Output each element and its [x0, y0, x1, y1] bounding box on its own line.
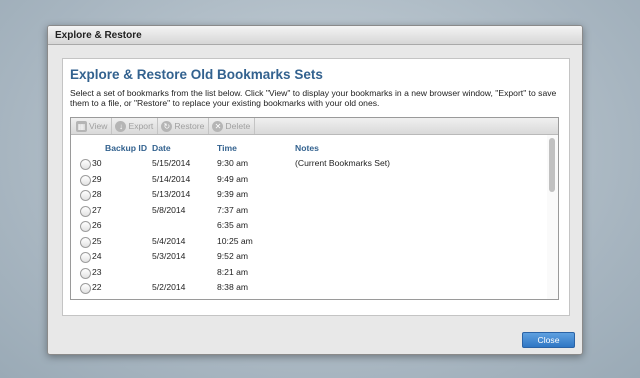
row-radio-button[interactable] [80, 174, 91, 186]
view-icon: ▦ [76, 120, 87, 132]
cell-time: 8:21 am [217, 266, 249, 277]
column-header-date[interactable]: Date [152, 143, 171, 153]
cell-backup-id: 23 [92, 266, 102, 277]
instructions-text: Select a set of bookmarks from the list … [70, 88, 557, 108]
delete-label: Delete [225, 121, 251, 131]
table-row[interactable]: 21 [71, 298, 545, 300]
table-row[interactable]: 25 5/4/2014 10:25 am [71, 236, 545, 251]
cell-time: 10:25 am [217, 235, 253, 246]
scrollbar-thumb[interactable] [549, 138, 555, 192]
restore-button[interactable]: ↻ Restore [158, 118, 210, 134]
row-radio-button[interactable] [80, 159, 91, 170]
table-row[interactable]: 29 5/14/2014 9:49 am [71, 174, 545, 189]
cell-backup-id: 30 [92, 158, 102, 168]
cell-date: 5/4/2014 [152, 235, 186, 246]
cell-date: 5/13/2014 [152, 189, 191, 199]
row-radio-button[interactable] [80, 298, 91, 299]
cell-date: 5/15/2014 [152, 158, 191, 168]
cell-backup-id: 24 [92, 251, 102, 261]
table-row[interactable]: 28 5/13/2014 9:39 am [71, 189, 545, 204]
row-radio-button[interactable] [80, 283, 91, 294]
cell-date: 5/2/2014 [152, 282, 186, 292]
content-panel: Explore & Restore Old Bookmarks Sets Sel… [62, 58, 570, 316]
row-radio-button[interactable] [80, 267, 91, 279]
cell-time: 6:35 am [217, 220, 249, 230]
cell-backup-id: 27 [92, 204, 102, 215]
row-radio-button[interactable] [80, 190, 91, 201]
cell-date: 5/8/2014 [152, 204, 186, 215]
delete-icon: ✕ [212, 120, 224, 132]
restore-icon: ↻ [161, 120, 173, 132]
backup-table: Backup ID Date Time Notes 30 5/15/2014 9:3… [71, 135, 545, 299]
cell-time: 9:39 am [217, 189, 249, 199]
view-button[interactable]: ▦ View [73, 118, 113, 134]
table-row[interactable]: 30 5/15/2014 9:30 am (Current Bookmarks Set… [71, 158, 545, 173]
cell-backup-id: 21 [92, 298, 102, 300]
page-title: Explore & Restore Old Bookmarks Sets [70, 67, 323, 82]
table-row[interactable]: 27 5/8/2014 7:37 am [71, 205, 545, 220]
table-row[interactable]: 24 5/3/2014 9:52 am [71, 251, 545, 266]
dialog-titlebar[interactable]: Explore & Restore [48, 26, 582, 45]
column-header-notes[interactable]: Notes [295, 143, 319, 153]
cell-backup-id: 22 [92, 282, 102, 292]
list-toolbar: ▦ View ↓ Export ↻ Restore ✕ Delete [71, 118, 558, 135]
cell-time: 9:52 am [217, 251, 249, 261]
cell-date: 5/3/2014 [152, 251, 186, 261]
cell-backup-id: 28 [92, 189, 102, 199]
cell-time: 9:30 am [217, 158, 249, 168]
cell-time: 7:37 am [217, 204, 249, 215]
export-icon: ↓ [115, 120, 127, 132]
table-row[interactable]: 23 8:21 am [71, 267, 545, 282]
backup-list: ▦ View ↓ Export ↻ Restore ✕ Delete Backu… [70, 117, 559, 300]
table-row[interactable]: 22 5/2/2014 8:38 am [71, 282, 545, 297]
restore-label: Restore [174, 121, 205, 131]
cell-time: 8:38 am [217, 282, 249, 292]
view-label: View [89, 121, 108, 131]
close-button[interactable]: Close [522, 332, 575, 348]
export-button[interactable]: ↓ Export [112, 118, 159, 134]
row-radio-button[interactable] [80, 205, 91, 217]
row-radio-button[interactable] [80, 236, 91, 248]
table-row[interactable]: 26 6:35 am [71, 220, 545, 235]
cell-notes: (Current Bookmarks Set) [295, 158, 391, 168]
list-scrollbar[interactable] [547, 135, 558, 299]
cell-backup-id: 26 [92, 220, 102, 230]
column-header-backup-id[interactable]: Backup ID [105, 143, 147, 153]
export-label: Export [128, 121, 154, 131]
row-radio-button[interactable] [80, 252, 91, 263]
cell-backup-id: 29 [92, 173, 102, 184]
cell-backup-id: 25 [92, 235, 102, 246]
cell-time: 9:49 am [217, 173, 249, 184]
row-radio-button[interactable] [80, 221, 91, 232]
cell-date: 5/14/2014 [152, 173, 191, 184]
explore-restore-dialog: Explore & Restore Explore & Restore Old … [47, 25, 583, 355]
column-header-time[interactable]: Time [217, 143, 237, 153]
delete-button[interactable]: ✕ Delete [209, 118, 256, 134]
